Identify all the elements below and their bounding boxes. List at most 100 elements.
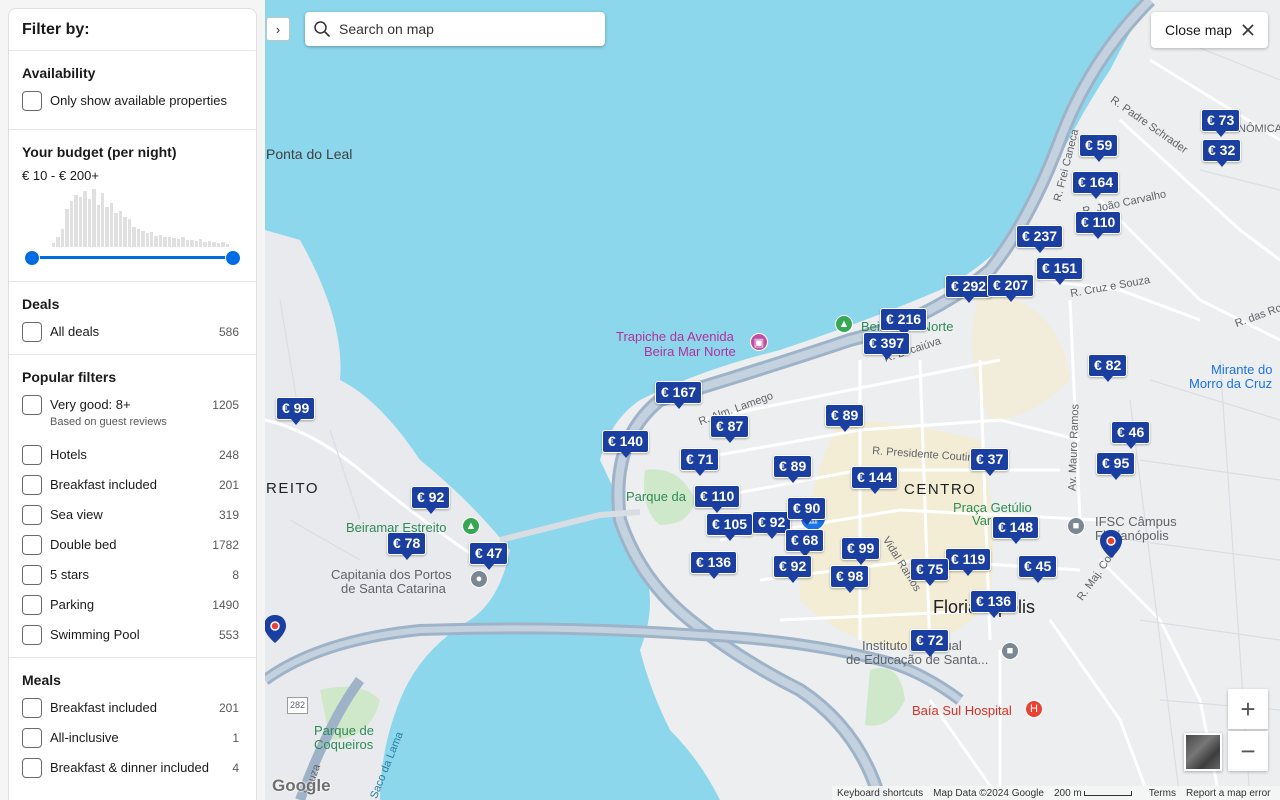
price-pin[interactable]: € 144 (851, 466, 899, 494)
price-pin[interactable]: € 99 (276, 397, 316, 425)
price-pin[interactable]: € 46 (1111, 421, 1151, 449)
school-icon[interactable]: ■ (1067, 517, 1085, 535)
price-pin[interactable]: € 105 (706, 513, 754, 541)
school-icon[interactable]: ■ (1001, 642, 1019, 660)
price-pin[interactable]: € 89 (773, 455, 813, 483)
price-pin[interactable]: € 32 (1202, 139, 1242, 167)
location-marker-icon[interactable] (1099, 529, 1123, 559)
tree-icon[interactable]: ▲ (462, 517, 480, 535)
price-pin[interactable]: € 397 (863, 332, 911, 360)
price-pin[interactable]: € 110 (694, 485, 741, 513)
price-pin[interactable]: € 72 (910, 629, 950, 657)
price-pin[interactable]: € 167 (655, 381, 703, 409)
option-label: 5 stars (50, 567, 90, 582)
filter-option[interactable]: Double bed 1782 (22, 535, 243, 565)
price-pin[interactable]: € 89 (825, 404, 865, 432)
price-pin[interactable]: € 136 (970, 590, 1018, 618)
price-pin[interactable]: € 71 (680, 448, 720, 476)
keyboard-shortcuts-link[interactable]: Keyboard shortcuts (837, 788, 923, 799)
histogram-bar (96, 205, 100, 247)
histogram-bar (185, 240, 190, 247)
checkbox[interactable] (22, 758, 42, 778)
close-map-button[interactable]: Close map (1151, 12, 1268, 48)
filter-option[interactable]: Breakfast included 201 (22, 475, 243, 505)
slider-min-handle[interactable] (24, 250, 40, 266)
budget-slider[interactable] (24, 247, 241, 267)
search-input[interactable] (339, 21, 589, 37)
price-pin[interactable]: € 216 (880, 308, 928, 336)
checkbox[interactable] (22, 565, 42, 585)
filter-option[interactable]: Breakfast included 201 (22, 698, 243, 728)
checkbox[interactable] (22, 698, 42, 718)
filter-option[interactable]: Only show available properties (22, 91, 243, 121)
filter-option[interactable]: Swimming Pool 553 (22, 625, 243, 655)
map-search[interactable] (305, 12, 605, 46)
filter-option[interactable]: Hotels 248 (22, 445, 243, 475)
price-pin[interactable]: € 37 (970, 448, 1010, 476)
anchor-icon[interactable]: ● (470, 570, 488, 588)
filter-option[interactable]: Sea view 319 (22, 505, 243, 535)
filter-option[interactable]: All deals 586 (22, 322, 243, 352)
checkbox[interactable] (22, 625, 42, 645)
hospital-icon[interactable]: H (1025, 700, 1043, 718)
price-pin[interactable]: € 237 (1016, 225, 1064, 253)
collapse-filters-button[interactable]: › (266, 17, 290, 41)
location-marker-icon[interactable] (263, 614, 287, 644)
checkbox[interactable] (22, 728, 42, 748)
price-pin[interactable]: € 292 (945, 275, 993, 303)
price-pin[interactable]: € 119 (945, 548, 992, 576)
price-pin[interactable]: € 151 (1036, 257, 1084, 285)
price-pin[interactable]: € 68 (785, 529, 825, 557)
satellite-layer-toggle[interactable] (1184, 733, 1222, 771)
zoom-out-button[interactable]: − (1228, 731, 1268, 771)
price-pin[interactable]: € 47 (469, 542, 509, 570)
price-pin[interactable]: € 110 (1075, 211, 1122, 239)
deals-section: Deals All deals 586 (9, 282, 256, 355)
price-pin[interactable]: € 73 (1201, 109, 1241, 137)
tree-icon[interactable]: ▲ (835, 315, 853, 333)
filter-option[interactable]: All-inclusive 1 (22, 728, 243, 758)
checkbox[interactable] (22, 505, 42, 525)
price-pin[interactable]: € 90 (787, 497, 827, 525)
poi-label: Baía Sul Hospital (912, 703, 1012, 718)
filter-option[interactable]: Very good: 8+ Based on guest reviews 120… (22, 395, 243, 445)
price-pin[interactable]: € 75 (910, 558, 950, 586)
filter-option[interactable]: 5 stars 8 (22, 565, 243, 595)
price-pin[interactable]: € 92 (773, 555, 813, 583)
price-pin[interactable]: € 82 (1088, 354, 1128, 382)
filter-option[interactable]: Parking 1490 (22, 595, 243, 625)
camera-icon[interactable]: ▣ (750, 333, 768, 351)
report-map-error-link[interactable]: Report a map error (1186, 788, 1270, 799)
price-pin[interactable]: € 78 (387, 532, 427, 560)
histogram-bar (136, 229, 141, 247)
filter-option[interactable]: Breakfast & dinner included 4 (22, 758, 243, 788)
price-pin[interactable]: € 136 (690, 551, 738, 579)
price-pin[interactable]: € 140 (602, 430, 650, 458)
checkbox[interactable] (22, 322, 42, 342)
price-pin[interactable]: € 45 (1018, 555, 1058, 583)
terms-link[interactable]: Terms (1149, 788, 1176, 799)
slider-max-handle[interactable] (225, 250, 241, 266)
histogram-bar (83, 191, 87, 247)
checkbox[interactable] (22, 475, 42, 495)
checkbox[interactable] (22, 395, 42, 415)
search-icon (314, 21, 330, 37)
price-pin[interactable]: € 59 (1079, 134, 1119, 162)
scale-label[interactable]: 200 m (1054, 788, 1082, 799)
price-pin[interactable]: € 95 (1096, 452, 1136, 480)
checkbox[interactable] (22, 595, 42, 615)
price-pin[interactable]: € 164 (1072, 171, 1120, 199)
checkbox[interactable] (22, 535, 42, 555)
poi-label: IFSC Câmpus (1095, 514, 1177, 529)
price-pin[interactable]: € 207 (987, 274, 1035, 302)
price-pin[interactable]: € 98 (830, 565, 870, 593)
price-pin[interactable]: € 92 (411, 486, 451, 514)
histogram-bar (141, 231, 145, 247)
price-pin[interactable]: € 99 (841, 537, 881, 565)
checkbox[interactable] (22, 445, 42, 465)
zoom-in-button[interactable]: + (1228, 689, 1268, 729)
checkbox[interactable] (22, 91, 42, 111)
price-pin[interactable]: € 148 (992, 516, 1040, 544)
histogram-bar (190, 240, 194, 247)
price-pin[interactable]: € 87 (710, 415, 750, 443)
